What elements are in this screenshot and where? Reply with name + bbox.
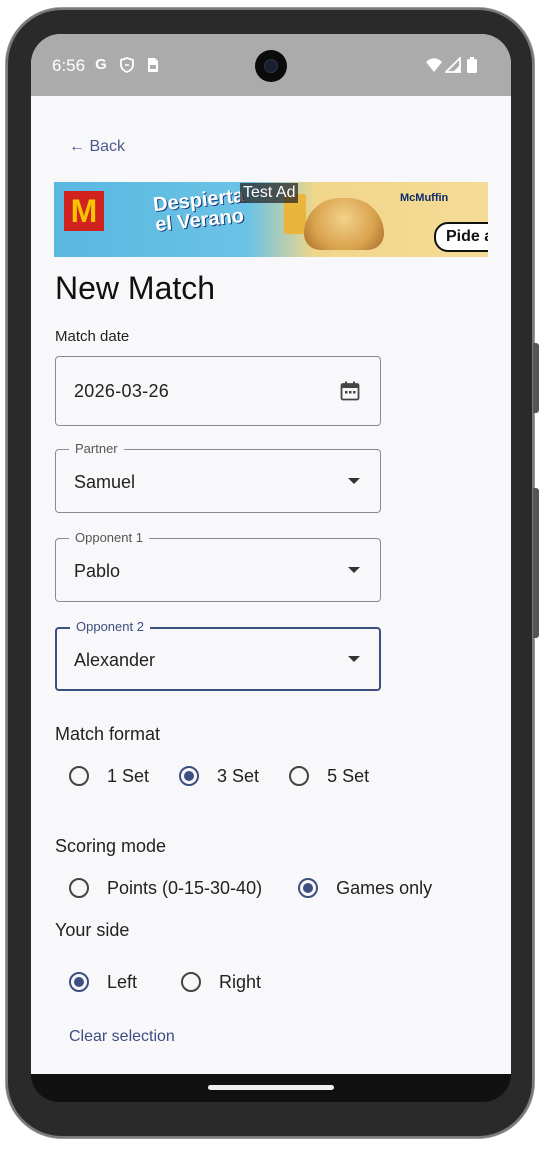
opponent2-value: Alexander [74, 650, 156, 670]
google-icon: G [95, 56, 107, 73]
radio-unchecked-icon[interactable] [69, 878, 89, 898]
power-button [533, 343, 539, 413]
match-date-value: 2026-03-26 [74, 381, 170, 401]
format-option-1-set[interactable]: 1 Set [69, 766, 149, 787]
format-option-3-set[interactable]: 3 Set [179, 766, 259, 787]
back-link[interactable]: ← Back [69, 138, 125, 156]
partner-select[interactable]: Partner Samuel [55, 441, 381, 513]
format-option-label: 1 Set [107, 765, 150, 786]
signal-icon [443, 55, 461, 73]
side-option-label: Right [219, 971, 262, 992]
shield-icon [119, 57, 135, 73]
scoring-option-label: Points (0-15-30-40) [107, 877, 263, 898]
scoring-option-label: Games only [336, 877, 433, 898]
status-bar: 6:56 G [31, 34, 511, 96]
wifi-icon [425, 57, 443, 73]
dropdown-arrow-icon[interactable] [348, 567, 360, 573]
match-format-group: 1 Set 3 Set 5 Set [69, 762, 399, 790]
radio-unchecked-icon[interactable] [69, 766, 89, 786]
partner-value: Samuel [74, 472, 136, 492]
page-title: New Match [55, 270, 216, 306]
opponent1-label: Opponent 1 [69, 530, 149, 545]
side-option-left[interactable]: Left [69, 972, 137, 993]
sim-icon [145, 57, 161, 73]
radio-unchecked-icon[interactable] [181, 972, 202, 992]
scoring-option-games[interactable]: Games only [298, 878, 432, 899]
dropdown-arrow-icon[interactable] [348, 478, 360, 484]
mcdonalds-logo-icon: M [64, 191, 104, 231]
match-format-label: Match format [55, 724, 161, 744]
your-side-label: Your side [55, 920, 130, 940]
opponent1-select[interactable]: Opponent 1 Pablo [55, 530, 381, 602]
opponent2-select[interactable]: Opponent 2 Alexander [55, 619, 381, 691]
match-date-label: Match date [55, 328, 130, 345]
scoring-mode-group: Points (0-15-30-40) Games only [69, 874, 462, 902]
dropdown-arrow-icon[interactable] [348, 656, 360, 662]
opponent2-label: Opponent 2 [70, 619, 150, 634]
status-time: 6:56 [52, 56, 86, 75]
front-camera [255, 50, 287, 82]
match-date-field[interactable]: 2026-03-26 [55, 356, 381, 426]
muffin-image [304, 198, 384, 250]
ad-cta-button[interactable]: Pide a [434, 222, 488, 252]
opponent1-value: Pablo [74, 561, 121, 581]
format-option-label: 3 Set [217, 765, 260, 786]
ad-brand: McMuffin [400, 192, 449, 204]
scoring-mode-label: Scoring mode [55, 836, 167, 856]
radio-checked-icon[interactable] [179, 766, 200, 786]
radio-checked-icon[interactable] [298, 878, 319, 898]
scoring-option-points[interactable]: Points (0-15-30-40) [69, 878, 262, 899]
radio-unchecked-icon[interactable] [289, 766, 310, 786]
format-option-5-set[interactable]: 5 Set [289, 766, 369, 787]
side-option-right[interactable]: Right [181, 972, 261, 993]
calendar-icon[interactable] [340, 381, 360, 401]
clear-selection-button[interactable]: Clear selection [69, 1028, 175, 1046]
side-option-label: Left [107, 971, 138, 992]
format-option-label: 5 Set [327, 765, 370, 786]
home-gesture-handle[interactable] [208, 1085, 334, 1090]
ad-banner[interactable]: M Despierta el Verano McMuffin Pide a Te… [54, 182, 488, 257]
radio-checked-icon[interactable] [69, 972, 89, 992]
app-screen: 6:56 G ← Back M Despierta el Verano McMu… [31, 34, 511, 1074]
test-ad-label: Test Ad [240, 183, 299, 203]
side-group: Left Right [69, 968, 291, 996]
volume-button [533, 488, 539, 638]
partner-label: Partner [69, 441, 124, 456]
battery-icon [467, 57, 477, 73]
